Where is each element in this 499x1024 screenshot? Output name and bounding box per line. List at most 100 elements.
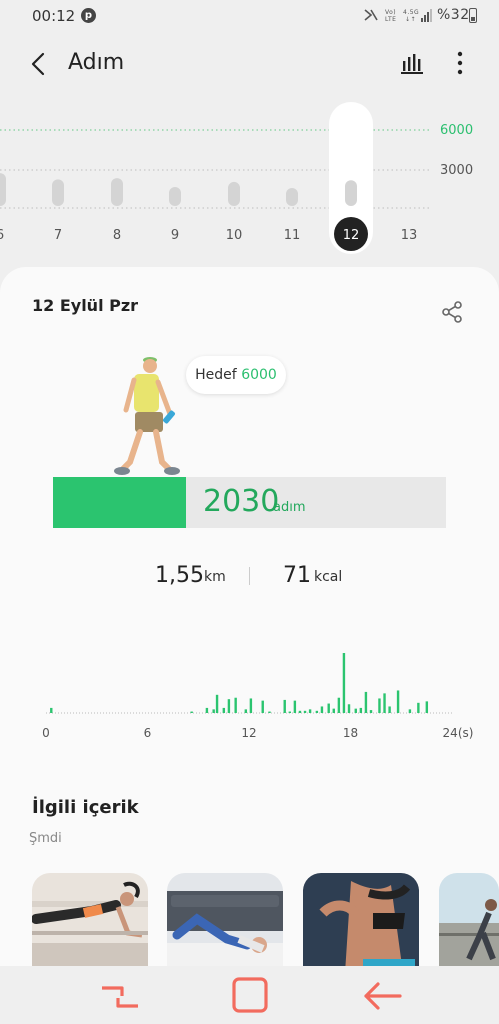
- hourly-bar: [342, 653, 346, 713]
- hourly-bar: [215, 694, 219, 713]
- day-bar-9: [169, 187, 181, 206]
- related-content-title: İlgili içerik: [32, 797, 139, 818]
- steps-unit: adım: [273, 500, 306, 515]
- hourly-bar: [417, 702, 420, 713]
- battery-percent: %32: [437, 7, 470, 23]
- hourly-tick-label: 6: [144, 726, 152, 740]
- hourly-tick-label: 18: [343, 726, 358, 740]
- status-time: 00:12: [32, 7, 76, 25]
- hourly-chart-svg: 0 6 12 18 24(s): [42, 653, 474, 740]
- hourly-bar: [298, 710, 302, 713]
- day-label-11: 11: [284, 228, 301, 243]
- selected-date: 12 Eylül Pzr: [32, 296, 139, 315]
- hourly-bar: [212, 709, 215, 713]
- hourly-bar: [244, 709, 248, 713]
- hourly-bar: [308, 709, 312, 713]
- back-workout-image: [319, 881, 415, 973]
- svg-text:↓↑: ↓↑: [405, 16, 416, 23]
- hourly-steps-chart: 0 6 12 18 24(s): [30, 625, 480, 745]
- day-bar-11: [286, 188, 298, 206]
- hourly-bar: [332, 708, 335, 713]
- plank-exercise-image: [32, 881, 148, 973]
- hourly-bar: [354, 708, 357, 713]
- related-thumbnail-run[interactable]: [439, 873, 499, 973]
- hourly-bar: [261, 700, 264, 713]
- chart-view-icon[interactable]: [400, 51, 424, 75]
- hourly-bar: [283, 699, 286, 713]
- related-thumbnail-crunch[interactable]: [167, 873, 283, 973]
- hourly-bar: [369, 710, 373, 713]
- day-label-10: 10: [226, 228, 243, 243]
- hourly-bar: [315, 710, 319, 713]
- goal-line-label: 6000: [440, 123, 474, 138]
- status-indicators: Vo) LTE 4.5G ↓↑ %32: [363, 7, 469, 27]
- day-bar-12: [345, 180, 357, 206]
- outdoor-run-image: [439, 899, 499, 973]
- home-icon[interactable]: [231, 976, 269, 1014]
- hourly-bar: [378, 698, 381, 713]
- hourly-bar: [293, 700, 297, 713]
- day-label-6: 6: [0, 228, 4, 243]
- svg-text:LTE: LTE: [385, 16, 396, 23]
- weekly-steps-chart[interactable]: 6 7 8 9 10 11 12 13 6000 3000: [0, 100, 499, 260]
- share-icon[interactable]: [440, 300, 464, 324]
- hourly-bar: [320, 706, 324, 713]
- steps-count: 2030: [203, 484, 280, 519]
- related-thumbnail-back[interactable]: [303, 873, 419, 973]
- svg-text:Vo): Vo): [385, 9, 396, 16]
- hourly-tick-label: 24(s): [443, 726, 474, 740]
- hourly-bar: [396, 690, 400, 713]
- hourly-bar: [288, 711, 291, 713]
- back-nav-icon[interactable]: [362, 980, 402, 1012]
- day-label-12: 12: [343, 228, 360, 243]
- day-bar-6: [0, 173, 6, 206]
- day-bar-10: [228, 181, 240, 206]
- goal-text: Hedef: [195, 367, 237, 383]
- hourly-bar: [50, 707, 53, 713]
- distance-unit: km: [204, 569, 226, 585]
- hourly-bar: [234, 697, 237, 713]
- hourly-bar: [249, 698, 253, 713]
- hourly-bar: [190, 711, 193, 713]
- crunch-exercise-image: [167, 891, 283, 973]
- status-bar: 00:12 p Vo) LTE 4.5G ↓↑ %32: [0, 0, 499, 32]
- hourly-tick-label: 12: [241, 726, 256, 740]
- battery-icon: [469, 8, 477, 23]
- goal-value: 6000: [241, 367, 277, 383]
- related-content-subtitle: Şmdi: [29, 831, 62, 846]
- hourly-bar: [205, 707, 209, 713]
- day-label-9: 9: [171, 228, 179, 243]
- day-label-7: 7: [54, 228, 62, 243]
- related-thumbnail-plank[interactable]: [32, 873, 148, 973]
- stats-divider: [249, 567, 250, 585]
- goal-bubble: Hedef 6000: [186, 356, 286, 394]
- svg-text:4.5G: 4.5G: [403, 9, 419, 16]
- hourly-bar: [327, 703, 330, 713]
- hourly-bar: [359, 707, 363, 713]
- hourly-bar: [222, 707, 226, 713]
- hourly-bar: [303, 710, 307, 713]
- day-bar-7: [52, 179, 64, 206]
- hourly-bar: [268, 711, 271, 713]
- back-arrow-icon[interactable]: [27, 50, 51, 78]
- hourly-bar: [408, 709, 412, 713]
- recent-apps-icon[interactable]: [100, 980, 140, 1014]
- day-label-13: 13: [401, 228, 418, 243]
- calories-unit: kcal: [314, 569, 343, 585]
- hourly-bar: [227, 699, 231, 713]
- hourly-bar: [364, 691, 368, 713]
- steps-progress-fill: [53, 477, 186, 528]
- day-bar-8: [111, 178, 123, 206]
- page-title: Adım: [68, 50, 125, 75]
- system-nav-bar: [0, 966, 499, 1024]
- pinterest-notification-icon: p: [81, 8, 96, 23]
- hourly-bar: [383, 693, 386, 713]
- hourly-bar: [425, 701, 429, 713]
- hourly-bar: [347, 704, 351, 713]
- weekly-chart-svg: 6 7 8 9 10 11 12 13: [0, 102, 430, 254]
- more-options-icon[interactable]: [456, 50, 464, 76]
- hourly-tick-label: 0: [42, 726, 50, 740]
- calories-value: 71: [283, 563, 311, 588]
- hourly-bar: [337, 697, 341, 713]
- walking-person-illustration: [114, 357, 180, 475]
